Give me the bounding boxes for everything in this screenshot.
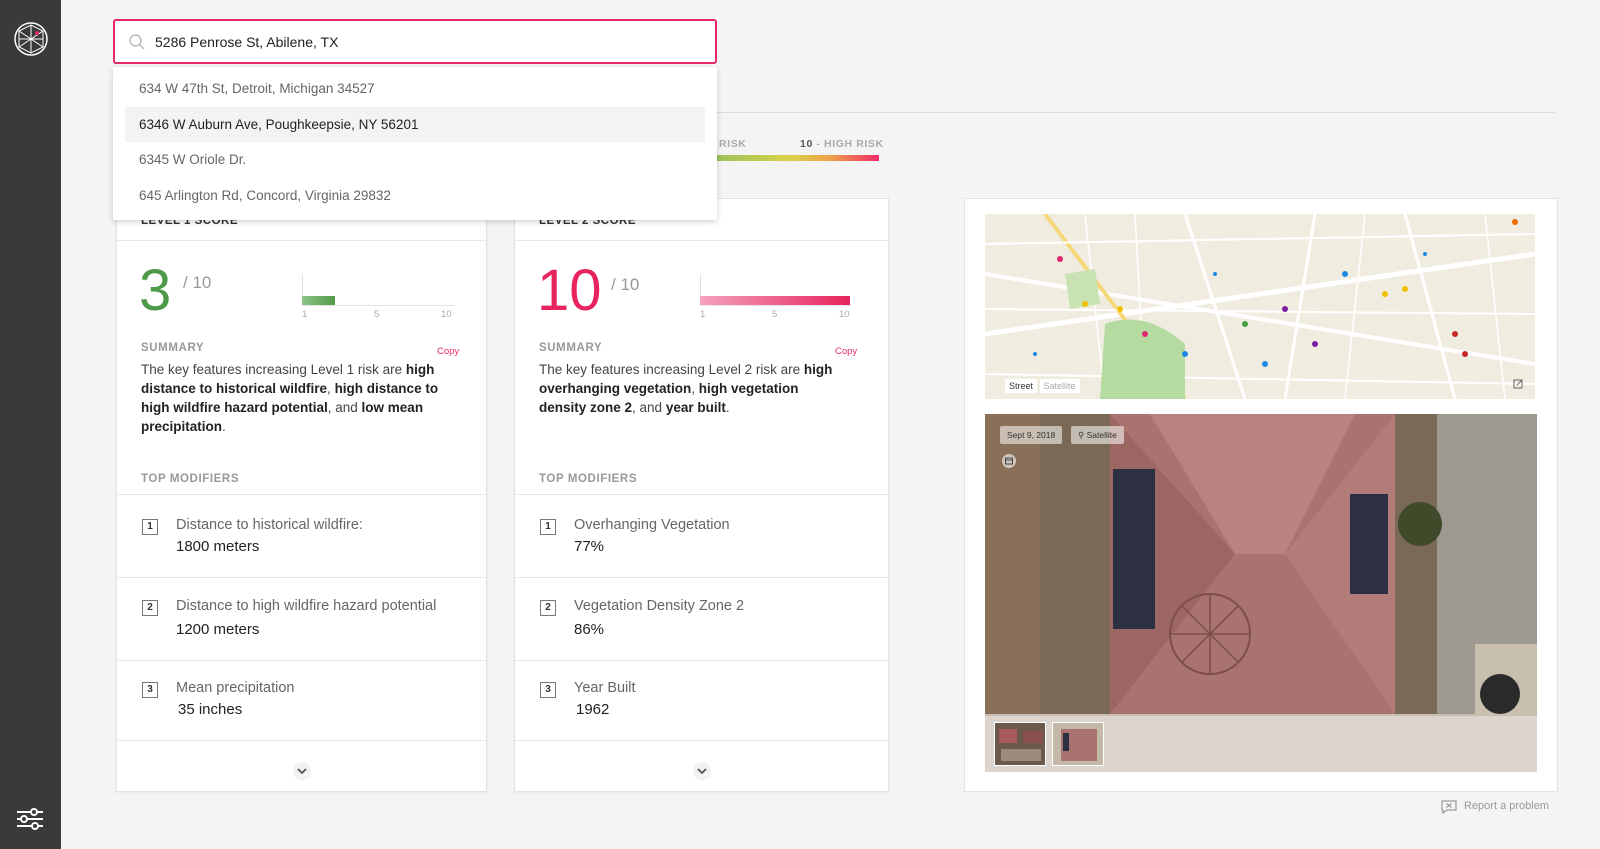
modifier-label: Distance to high wildfire hazard potenti… (176, 598, 437, 614)
sliders-icon[interactable] (15, 807, 45, 831)
risk-gradient-bar (717, 155, 879, 161)
level2-score-fill (700, 296, 850, 305)
map-tab-street[interactable]: Street (1005, 379, 1038, 393)
top-modifiers-label: TOP MODIFIERS (539, 473, 638, 485)
report-problem-link[interactable]: Report a problem (1464, 800, 1549, 812)
level2-summary-text: The key features increasing Level 2 risk… (539, 362, 833, 415)
level1-score-fill (302, 296, 335, 305)
modifier-label: Vegetation Density Zone 2 (574, 598, 745, 614)
thumbnail-street[interactable] (994, 722, 1046, 766)
summary-label: SUMMARY (141, 342, 205, 354)
suggestion-item[interactable]: 645 Arlington Rd, Concord, Virginia 2983… (125, 178, 705, 213)
modifier-label: Year Built (574, 680, 636, 696)
level1-score: 3 (139, 258, 172, 323)
map-tab-satellite[interactable]: Satellite (1039, 379, 1080, 393)
modifier-label: Distance to historical wildfire: (176, 517, 363, 533)
level2-card: LEVEL 2 SCORE 10 / 10 1 5 10 SUMMARY Cop… (514, 198, 889, 792)
level1-card: LEVEL 1 SCORE 3 / 10 1 5 10 SUMMARY Copy… (116, 198, 487, 792)
modifier-value: 1962 (576, 701, 610, 718)
address-search[interactable] (113, 19, 717, 64)
modifier-value: 1800 meters (176, 538, 260, 555)
level2-out-of: / 10 (611, 275, 640, 294)
map-type-tabs: Street Satellite (1005, 379, 1080, 393)
modifier-item: 1 Distance to historical wildfire: 1800 … (117, 494, 486, 577)
modifier-item: 2 Distance to high wildfire hazard poten… (117, 577, 486, 660)
tick-label: 1 (700, 309, 706, 320)
modifier-rank: 3 (540, 682, 556, 698)
modifier-rank: 2 (142, 600, 158, 616)
legend-high-label: 10 - HIGH RISK (800, 138, 884, 150)
level2-score: 10 (537, 258, 602, 323)
tick-label: 5 (772, 309, 778, 320)
satellite-icon: ⚲ (1078, 430, 1087, 440)
street-map[interactable]: Street Satellite (985, 214, 1535, 399)
level1-score-bar: 1 5 10 (302, 275, 454, 320)
search-icon (129, 34, 145, 50)
modifier-value: 86% (574, 621, 605, 638)
imagery-panel: Street Satellite Sept 9, 2018 ⚲ Satellit… (964, 198, 1558, 792)
modifier-rank: 1 (540, 519, 556, 535)
capture-date-chip[interactable]: Sept 9, 2018 (1000, 426, 1063, 444)
address-suggestions: 634 W 47th St, Detroit, Michigan 34527 6… (113, 67, 717, 220)
card-divider (515, 740, 888, 741)
modifier-rank: 2 (540, 600, 556, 616)
chevron-down-icon[interactable] (692, 761, 712, 781)
suggestion-item[interactable]: 634 W 47th St, Detroit, Michigan 34527 (125, 71, 705, 106)
copy-summary-button[interactable]: Copy (437, 346, 459, 357)
suggestion-item[interactable]: 6345 W Oriole Dr. (125, 142, 705, 177)
chevron-down-icon[interactable] (292, 761, 312, 781)
modifier-item: 3 Year Built 1962 (515, 660, 888, 743)
level2-score-bar: 1 5 10 (700, 275, 852, 320)
modifier-value: 35 inches (178, 701, 243, 718)
modifier-item: 2 Vegetation Density Zone 2 86% (515, 577, 888, 660)
globe-mesh-logo[interactable] (13, 21, 49, 57)
flag-x-icon[interactable] (1441, 800, 1457, 814)
tick-label: 5 (374, 309, 380, 320)
calendar-icon[interactable] (1002, 454, 1016, 468)
modifier-label: Mean precipitation (176, 680, 295, 696)
modifier-item: 3 Mean precipitation 35 inches (117, 660, 486, 743)
modifier-item: 1 Overhanging Vegetation 77% (515, 494, 888, 577)
imagery-source-label: Satellite (1086, 430, 1117, 440)
card-divider (515, 240, 888, 241)
tick-label: 10 (441, 309, 452, 320)
legend-low-label: RISK (719, 138, 747, 150)
thumbnail-strip (985, 716, 1537, 772)
bar-baseline (302, 305, 454, 306)
imagery-source-chip[interactable]: ⚲ Satellite (1071, 426, 1124, 444)
tick-label: 10 (839, 309, 850, 320)
header-divider (717, 112, 1555, 113)
bar-baseline (700, 305, 852, 306)
card-divider (117, 240, 486, 241)
summary-label: SUMMARY (539, 342, 603, 354)
legend-high-number: 10 (800, 138, 813, 150)
sidebar (0, 0, 61, 849)
level1-summary-text: The key features increasing Level 1 risk… (141, 362, 439, 434)
modifier-value: 77% (574, 538, 605, 555)
modifier-label: Overhanging Vegetation (574, 517, 730, 533)
search-input[interactable] (155, 21, 695, 62)
modifier-rank: 3 (142, 682, 158, 698)
modifier-value: 1200 meters (176, 621, 260, 638)
map-graphic (985, 214, 1535, 399)
legend-high-text: - HIGH RISK (816, 138, 884, 150)
top-modifiers-label: TOP MODIFIERS (141, 473, 240, 485)
suggestion-item[interactable]: 6346 W Auburn Ave, Poughkeepsie, NY 5620… (125, 107, 705, 142)
modifier-rank: 1 (142, 519, 158, 535)
external-link-icon[interactable] (1513, 379, 1523, 389)
copy-summary-button[interactable]: Copy (835, 346, 857, 357)
tick-label: 1 (302, 309, 308, 320)
card-divider (117, 740, 486, 741)
thumbnail-aerial[interactable] (1052, 722, 1104, 766)
aerial-image[interactable]: Sept 9, 2018 ⚲ Satellite (985, 414, 1537, 772)
level1-out-of: / 10 (183, 273, 212, 292)
